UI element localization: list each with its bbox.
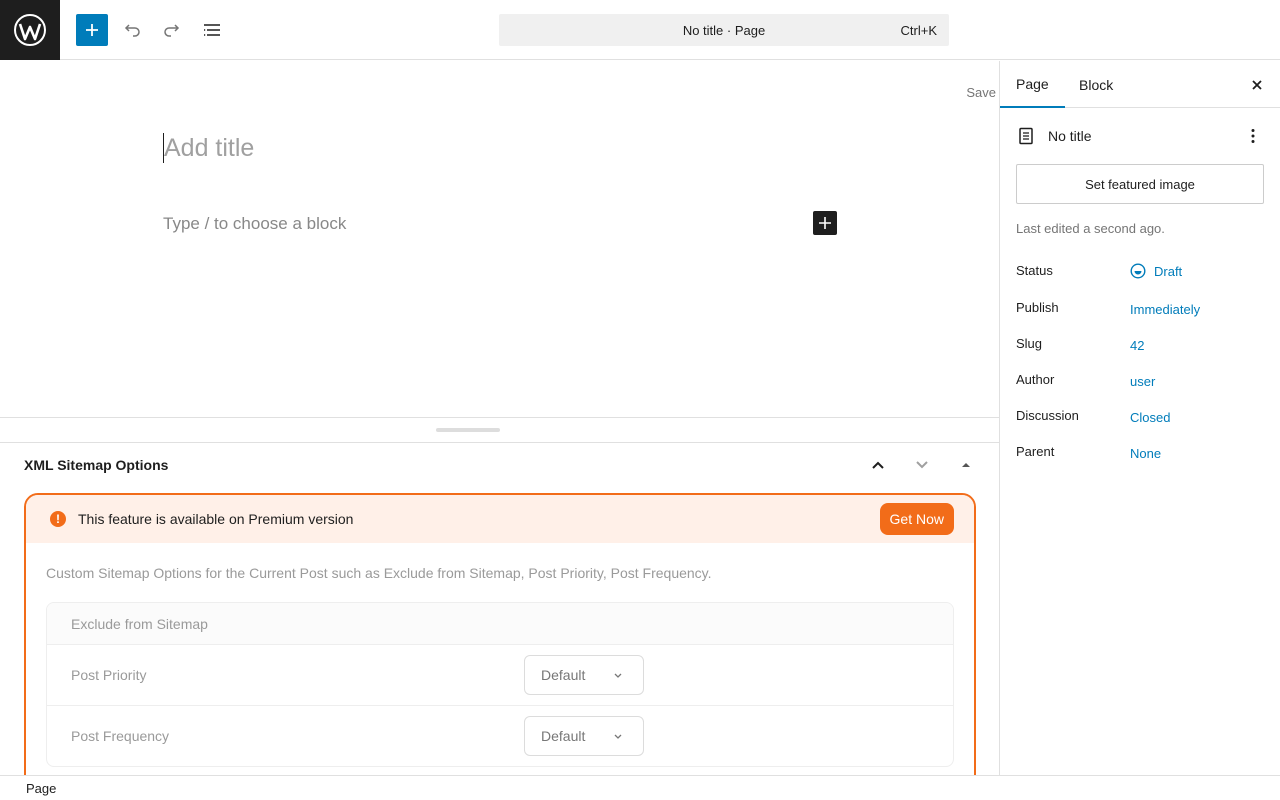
close-icon [1252,80,1262,90]
option-label: Post Frequency [71,728,170,744]
undo-button[interactable] [116,14,148,46]
metabox-resize-handle[interactable] [436,428,500,432]
meta-value: Draft [1154,263,1183,279]
meta-row-slug: Slug 42 [1016,334,1265,354]
document-title: No title [1048,128,1092,144]
metabox-move-down-button[interactable] [910,453,934,477]
meta-key: Parent [1016,444,1055,459]
sidebar-tabs: Page Block [1000,61,1280,108]
sitemap-description: Custom Sitemap Options for the Current P… [46,565,712,581]
kebab-icon [1251,129,1255,143]
sitemap-options-table: Exclude from Sitemap Post Priority Defau… [46,602,954,767]
meta-key: Discussion [1016,408,1079,423]
meta-row-publish: Publish Immediately [1016,298,1265,318]
tab-block[interactable]: Block [1063,61,1129,108]
block-inserter-button[interactable] [76,14,108,46]
select-value: Default [541,667,586,683]
get-now-button[interactable]: Get Now [879,503,954,535]
command-palette-bar[interactable]: No title · Page Ctrl+K [499,14,949,46]
meta-value[interactable]: None [1130,446,1161,461]
post-frequency-select[interactable]: Default [524,716,644,756]
meta-key: Publish [1016,300,1059,315]
document-overview-icon [204,24,220,36]
block-plus-icon [819,217,831,229]
post-priority-select[interactable]: Default [524,655,644,695]
document-overview-button[interactable] [196,14,228,46]
tab-page[interactable]: Page [1000,61,1065,108]
meta-row-author: Author user [1016,370,1265,390]
metabox-resize-area [0,417,999,443]
last-edited-text: Last edited a second ago. [1016,221,1165,236]
metabox-collapse-button[interactable] [866,453,890,477]
default-block-appender[interactable]: Type / to choose a block [163,214,346,234]
block-breadcrumb-bar: Page [0,775,1280,800]
plus-icon [86,24,98,36]
option-row-exclude: Exclude from Sitemap [47,603,953,645]
meta-row-parent: Parent None [1016,442,1265,462]
settings-sidebar: Page Block No title Set featured image L… [999,61,1280,775]
option-row-priority: Post Priority Default [47,645,953,706]
post-title-input[interactable]: Add title [163,133,254,163]
chevron-down-icon [614,673,622,678]
save-draft-button[interactable]: Save [966,85,996,100]
triangle-up-icon [962,463,970,467]
premium-banner: ! This feature is available on Premium v… [26,495,974,543]
meta-key: Slug [1016,336,1043,351]
editor-header: No title · Page Ctrl+K [0,0,1280,60]
meta-value[interactable]: 42 [1130,338,1144,353]
meta-key: Author [1016,372,1055,387]
chevron-up-icon [872,461,884,469]
meta-row-discussion: Discussion Closed [1016,406,1265,426]
chevron-down-icon [614,734,622,739]
meta-row-status: Status Draft [1016,261,1265,281]
meta-value[interactable]: Immediately [1130,302,1200,317]
option-label: Exclude from Sitemap [71,616,208,632]
option-label: Post Priority [71,667,147,683]
xml-sitemap-metabox: XML Sitemap Options ! This feature is av… [0,443,999,775]
wordpress-logo-button[interactable] [0,0,60,60]
premium-notice-text: This feature is available on Premium ver… [78,511,354,527]
meta-value[interactable]: user [1130,374,1155,389]
breadcrumb-page[interactable]: Page [26,781,56,796]
inline-block-inserter[interactable] [813,211,837,235]
document-card: No title [1016,124,1265,148]
status-toggle[interactable]: Draft [1130,263,1182,279]
set-featured-image-button[interactable]: Set featured image [1016,164,1264,204]
meta-value[interactable]: Closed [1130,410,1170,425]
undo-icon [124,24,140,37]
metabox-title: XML Sitemap Options [24,457,169,473]
command-shortcut: Ctrl+K [900,23,937,38]
chevron-down-icon [916,461,928,469]
close-sidebar-button[interactable] [1245,73,1269,97]
metabox-toggle-button[interactable] [954,453,978,477]
redo-button[interactable] [156,14,188,46]
option-row-frequency: Post Frequency Default [47,706,953,766]
meta-key: Status [1016,263,1053,278]
select-value: Default [541,728,586,744]
premium-feature-box: ! This feature is available on Premium v… [24,493,976,775]
page-icon [1019,127,1033,145]
draft-status-icon [1130,263,1146,279]
redo-icon [164,24,180,37]
editor-canvas: Save Add title Type / to choose a block [0,61,999,418]
document-actions-button[interactable] [1241,124,1265,148]
warning-icon: ! [50,511,66,527]
command-title: No title · Page [682,22,766,38]
wordpress-logo-icon [14,14,46,46]
